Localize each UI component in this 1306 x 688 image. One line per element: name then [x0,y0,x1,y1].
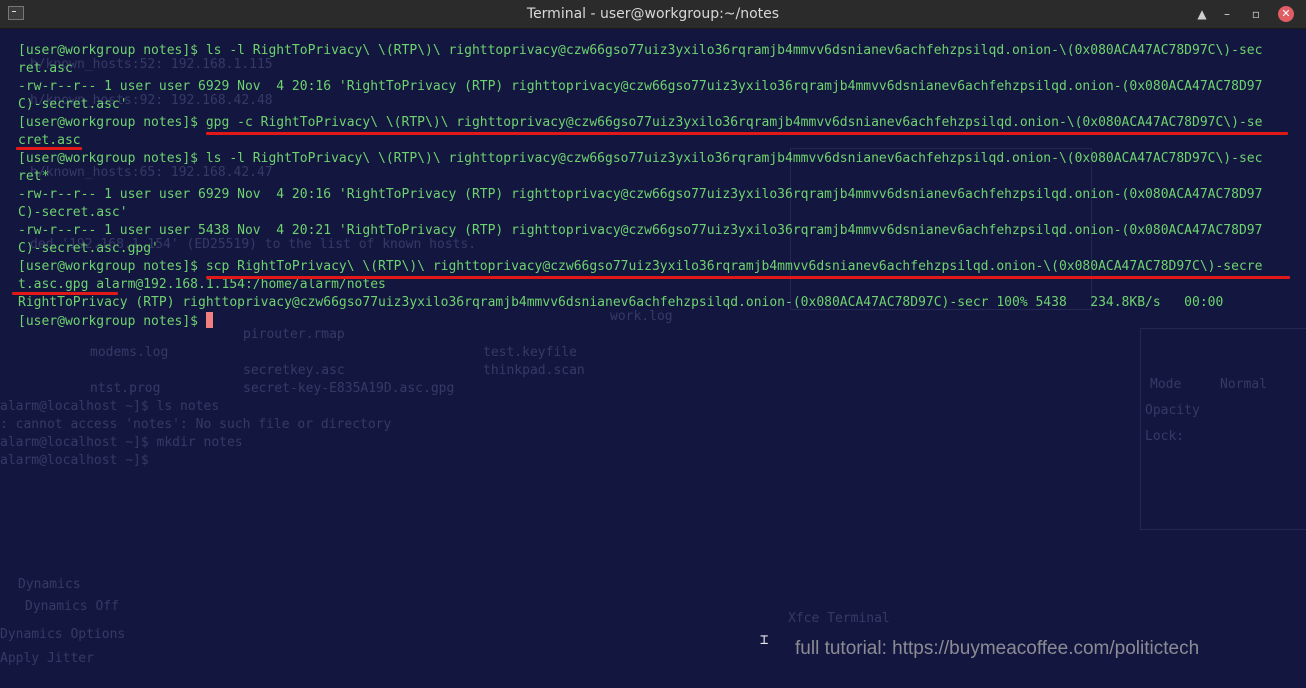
terminal-line: -rw-r--r-- 1 user user 6929 Nov 4 20:16 … [18,79,1263,94]
terminal-line: RightToPrivacy (RTP) righttoprivacy@czw6… [18,295,1224,310]
terminal-line: [user@workgroup notes]$ scp RightToPriva… [18,259,1263,274]
text-cursor [205,312,213,328]
annotation-underline [12,292,118,295]
annotation-underline [206,132,1288,135]
close-icon[interactable]: ✕ [1278,6,1294,22]
ghost-text: Apply Jitter [0,651,94,666]
terminal-line: ret* [18,169,50,184]
minimize-icon[interactable]: – [1219,6,1235,22]
terminal-line: [user@workgroup notes]$ ls -l RightToPri… [18,151,1263,166]
window-title: Terminal - user@workgroup:~/notes [526,6,780,22]
maximize-icon[interactable]: ▫ [1248,6,1264,22]
scrollbar[interactable] [1296,32,1304,652]
terminal-line: [user@workgroup notes]$ gpg -c RightToPr… [18,115,1263,130]
terminal-line: [user@workgroup notes]$ ls -l RightToPri… [18,43,1263,58]
annotation-underline [16,147,82,150]
terminal-line: C)-secret.asc.gpg' [18,241,159,256]
terminal-line: ret.asc [18,61,73,76]
terminal-line: -rw-r--r-- 1 user user 5438 Nov 4 20:21 … [18,223,1263,238]
text-cursor-icon: ⌶ [760,632,769,648]
terminal-line: C)-secret.asc' [18,97,128,112]
title-bar[interactable]: Terminal - user@workgroup:~/notes ▲ – ▫ … [0,0,1306,29]
shell-prompt: [user@workgroup notes]$ [18,314,206,329]
annotation-underline [206,276,1290,279]
terminal-line: -rw-r--r-- 1 user user 6929 Nov 4 20:16 … [18,187,1263,202]
terminal-window: Terminal - user@workgroup:~/notes ▲ – ▫ … [0,0,1306,688]
terminal-output[interactable]: [user@workgroup notes]$ ls -l RightToPri… [0,32,1306,652]
tutorial-link-overlay: full tutorial: https://buymeacoffee.com/… [795,638,1200,659]
terminal-line: C)-secret.asc' [18,205,128,220]
shade-icon[interactable]: ▲ [1194,6,1210,22]
prompt-line[interactable]: [user@workgroup notes]$ [18,312,1306,330]
